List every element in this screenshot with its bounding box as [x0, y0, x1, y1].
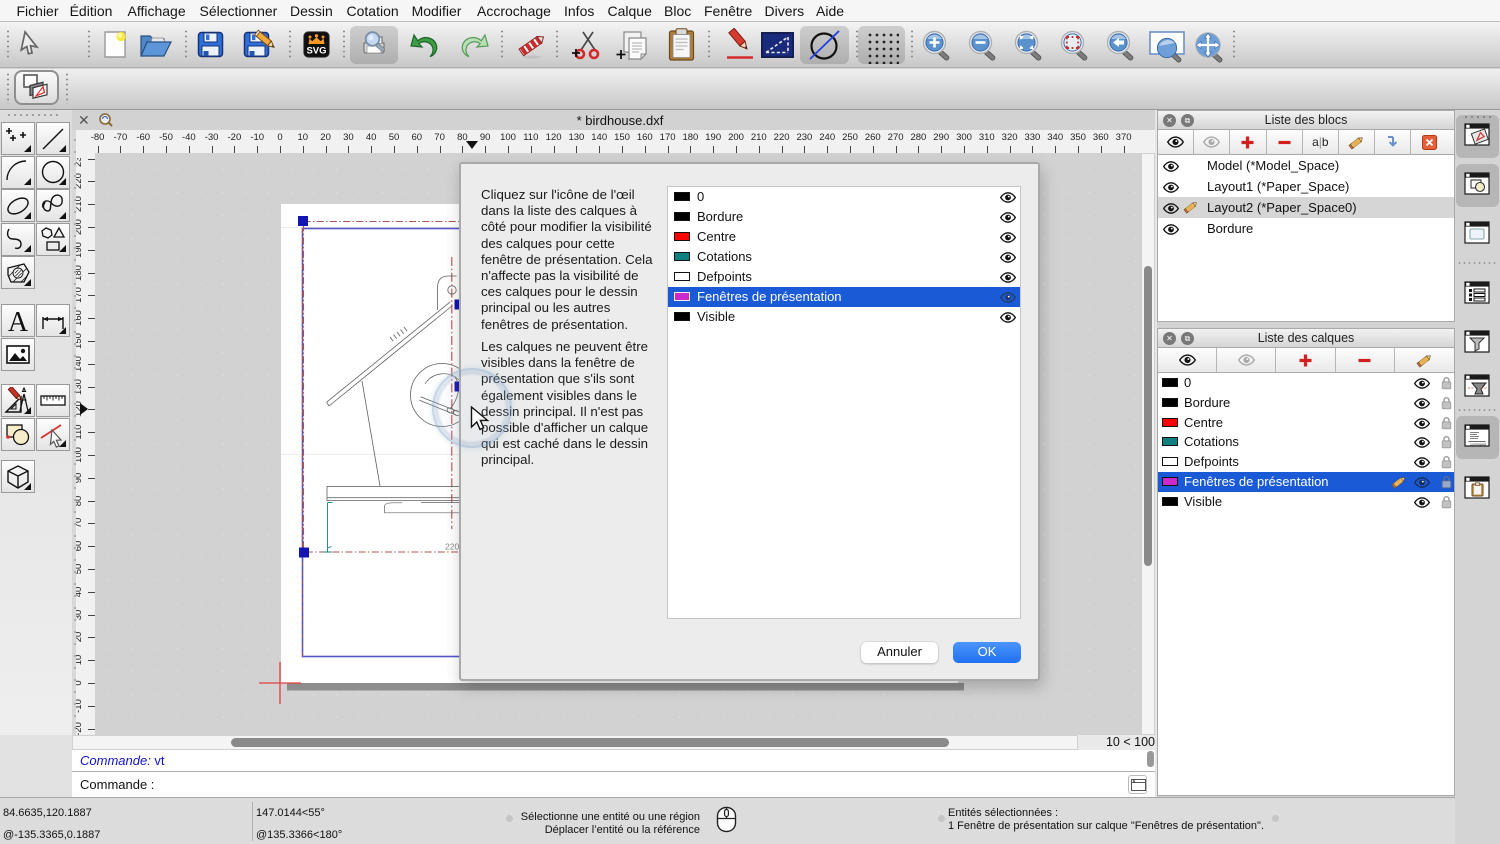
svg-text:220: 220 — [445, 542, 459, 552]
svg-text:command: command — [1470, 443, 1486, 447]
svg-text:SVG: SVG — [306, 46, 326, 57]
svg-text:A: A — [8, 307, 29, 335]
